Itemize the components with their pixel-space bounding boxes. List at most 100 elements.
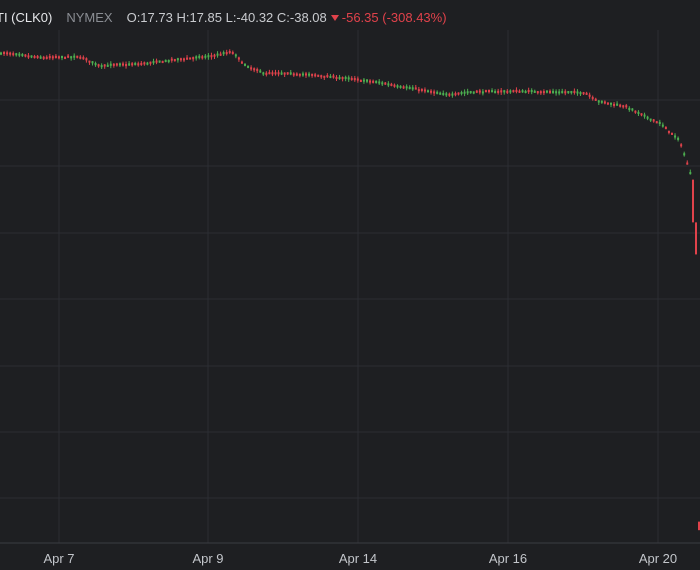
crash-candle-1	[695, 222, 697, 255]
candle-body-25	[76, 55, 79, 58]
candle-body-100	[305, 73, 307, 76]
candle-body-157	[478, 90, 481, 93]
candle-body-125	[381, 82, 384, 85]
candle-body-112	[341, 77, 344, 80]
candle-body-78	[237, 57, 240, 60]
candle-body-33	[100, 65, 103, 68]
price-chart[interactable]: Apr 7 Apr 9 Apr 14 Apr 16 Apr 20	[0, 0, 700, 570]
candle-body-68	[207, 55, 210, 58]
candle-body-226	[689, 172, 692, 175]
candle-body-141	[430, 90, 433, 93]
candle-body-41	[125, 64, 128, 67]
candle-body-180	[549, 90, 551, 93]
candle-body-109	[332, 75, 335, 78]
candle-body-190	[579, 92, 582, 95]
candle-body-57	[173, 59, 176, 62]
candle-body-59	[179, 58, 182, 61]
candle-body-187	[570, 90, 573, 94]
crash-candle-0	[692, 179, 694, 223]
candle-body-103	[314, 74, 317, 77]
chart-grid	[0, 30, 700, 544]
candle-body-129	[393, 84, 396, 87]
candle-body-204	[622, 105, 625, 108]
candle-body-162	[494, 91, 497, 94]
candle-body-22	[67, 55, 70, 58]
candle-body-209	[637, 111, 640, 114]
candle-body-181	[552, 90, 555, 94]
candle-body-30	[91, 61, 94, 64]
candle-body-119	[362, 79, 365, 82]
candle-body-74	[225, 52, 228, 55]
candle-body-99	[301, 73, 304, 76]
candle-body-196	[597, 100, 600, 103]
candle-body-62	[189, 57, 192, 60]
candle-body-106	[323, 75, 326, 78]
candle-body-200	[610, 102, 612, 105]
candle-body-155	[472, 91, 475, 94]
candle-body-8	[24, 54, 27, 57]
candle-body-111	[338, 76, 341, 80]
candle-body-53	[161, 60, 164, 64]
candle-body-28	[85, 58, 88, 61]
candle-body-132	[402, 86, 405, 89]
candle-body-89	[271, 72, 274, 75]
candle-body-91	[277, 72, 280, 75]
candle-body-223	[680, 144, 683, 147]
candle-body-34	[103, 64, 106, 67]
candle-body-105	[320, 75, 323, 78]
candle-body-35	[106, 64, 109, 67]
candle-body-73	[222, 52, 225, 55]
candle-body-56	[170, 58, 173, 61]
candle-body-152	[463, 91, 466, 94]
x-tick-label-4: Apr 20	[639, 551, 677, 566]
candle-body-85	[259, 70, 262, 73]
candle-body-202	[616, 103, 619, 106]
candle-body-216	[658, 121, 661, 124]
candle-body-108	[329, 75, 332, 79]
candle-body-52	[158, 60, 161, 63]
candle-body-139	[423, 89, 426, 92]
candle-body-188	[573, 90, 576, 93]
candle-body-80	[244, 63, 246, 66]
candle-body-153	[466, 91, 469, 94]
candle-body-117	[356, 78, 359, 81]
candle-body-29	[88, 60, 91, 63]
candle-body-77	[234, 54, 237, 57]
candle-body-70	[213, 54, 216, 57]
candle-body-115	[350, 77, 353, 81]
candle-body-87	[265, 72, 268, 75]
candle-body-39	[118, 63, 121, 66]
candle-body-113	[344, 76, 347, 80]
candle-body-192	[585, 92, 588, 95]
candle-body-38	[115, 63, 118, 66]
candle-body-82	[250, 67, 253, 70]
candle-body-44	[134, 62, 137, 66]
candle-body-199	[606, 102, 609, 105]
candle-body-5	[15, 53, 18, 56]
candle-body-19	[57, 56, 60, 59]
candle-body-221	[674, 135, 677, 138]
candle-body-194	[591, 96, 594, 100]
candle-body-110	[335, 76, 338, 80]
candle-body-37	[112, 63, 115, 66]
candle-body-47	[143, 62, 146, 65]
x-tick-label-1: Apr 9	[192, 551, 223, 566]
candle-body-27	[82, 57, 85, 60]
candle-body-160	[488, 90, 490, 93]
candle-body-12	[36, 55, 39, 59]
candle-body-96	[292, 73, 295, 76]
candle-body-218	[664, 127, 667, 130]
candle-body-186	[567, 91, 570, 94]
x-tick-label-2: Apr 14	[339, 551, 377, 566]
candle-body-164	[500, 90, 503, 93]
candle-body-104	[317, 74, 320, 77]
candle-body-156	[475, 90, 478, 93]
candle-body-15	[45, 56, 48, 59]
candle-body-146	[445, 93, 448, 96]
candle-body-48	[146, 62, 149, 65]
candle-body-120	[366, 79, 368, 82]
candle-body-191	[582, 92, 585, 95]
candle-body-26	[79, 56, 82, 59]
candle-body-4	[12, 53, 15, 56]
candle-body-217	[661, 124, 664, 127]
